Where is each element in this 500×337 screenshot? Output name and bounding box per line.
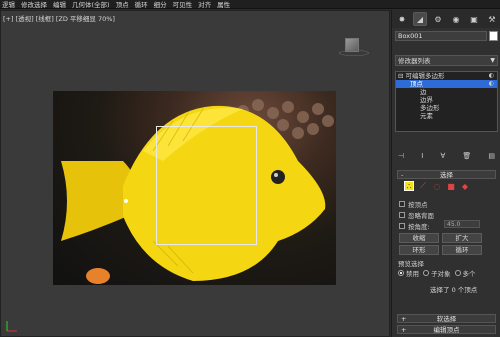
axis-gizmo-icon [6, 321, 17, 332]
by-angle-checkbox[interactable]: 按角度: [399, 221, 430, 231]
soft-selection-rollout-header[interactable]: + 软选择 [397, 314, 496, 323]
by-vertex-checkbox[interactable]: 按顶点 [399, 199, 428, 209]
checkbox-label: 按角度: [408, 223, 430, 231]
ring-button[interactable]: 环形 [399, 245, 439, 255]
menu-item[interactable]: 对齐 [198, 0, 211, 9]
rollout-title: 选择 [440, 171, 453, 179]
subobject-level-icons: ∴ ⟋ ◌ ■ ◆ [404, 180, 484, 192]
modifier-stack: ⊟ 可编辑多边形 ◐ 顶点 ◐ 边 边界 多边形 元素 [395, 71, 498, 132]
expand-icon: ⊟ [398, 72, 406, 80]
modify-icon[interactable]: ◢ [413, 12, 427, 26]
menu-item[interactable]: 循环 [135, 0, 148, 9]
stack-item-label: 元素 [420, 112, 433, 120]
pin-stack-icon[interactable]: ⊣ [398, 152, 404, 160]
viewcube-icon[interactable] [345, 38, 359, 52]
menu-item[interactable]: 编辑 [53, 0, 66, 9]
command-panel-tabs: ✸ ◢ ⚙ ◉ ▣ ⚒ [392, 10, 500, 28]
viewport-label[interactable]: [+] [透视] [线框] [ZD 平移细显 70%] [3, 13, 115, 23]
modifier-list-label: 修改器列表 [398, 57, 431, 65]
border-icon[interactable]: ◌ [432, 181, 442, 191]
object-color-swatch[interactable] [489, 31, 498, 41]
polygon-icon[interactable]: ■ [446, 181, 456, 191]
radio-label: 多个 [462, 270, 476, 278]
menu-bar: 逻辑 修改选择 编辑 几何体(全部) 顶点 循环 细分 可见性 对齐 属性 [0, 0, 500, 9]
hierarchy-icon[interactable]: ⚙ [431, 12, 445, 26]
radio-label: 子对象 [431, 270, 451, 278]
angle-spinner[interactable]: 45.0 [444, 220, 480, 228]
ignore-backfacing-checkbox[interactable]: 忽略背面 [399, 210, 434, 220]
perspective-viewport[interactable]: [+] [透视] [线框] [ZD 平移细显 70%] [0, 10, 390, 337]
preview-selection-radios: 禁用 子对象 多个 [398, 268, 476, 278]
checkbox-label: 忽略背面 [408, 212, 434, 220]
selection-status-text: 选择了 0 个顶点 [430, 286, 478, 294]
menu-item[interactable]: 几何体(全部) [72, 0, 110, 9]
menu-item[interactable]: 细分 [154, 0, 167, 9]
menu-item[interactable]: 修改选择 [21, 0, 47, 9]
radio-subobject[interactable]: 子对象 [423, 268, 451, 278]
stack-item-border[interactable]: 边界 [396, 96, 497, 104]
make-unique-icon[interactable]: ∀ [440, 152, 445, 160]
stack-item-label: 多边形 [420, 104, 440, 112]
stack-tools: ⊣ Ⅰ ∀ 🗑 ▤ [395, 150, 498, 162]
edit-vertices-rollout-header[interactable]: + 编辑顶点 [397, 325, 496, 334]
checkbox-label: 按顶点 [408, 201, 428, 209]
menu-item[interactable]: 逻辑 [2, 0, 15, 9]
selection-rollout-header[interactable]: - 选择 [397, 170, 496, 179]
stack-item-polygon[interactable]: 多边形 [396, 104, 497, 112]
radio-label: 禁用 [406, 270, 419, 278]
stack-item-label: 边界 [420, 96, 433, 104]
radio-multiple[interactable]: 多个 [454, 268, 476, 278]
rollout-title: 编辑顶点 [433, 326, 460, 334]
menu-item[interactable]: 可见性 [173, 0, 193, 9]
remove-modifier-icon[interactable]: 🗑 [462, 152, 471, 160]
element-icon[interactable]: ◆ [460, 181, 470, 191]
edge-icon[interactable]: ⟋ [418, 181, 428, 191]
box-wireframe[interactable] [156, 126, 257, 245]
modifier-list-dropdown[interactable]: 修改器列表 ▼ [395, 55, 498, 66]
chevron-down-icon: ▼ [490, 57, 495, 64]
plus-icon: + [401, 326, 407, 334]
create-icon[interactable]: ✸ [395, 12, 409, 26]
stack-item-vertex[interactable]: 顶点 ◐ [396, 80, 497, 88]
radio-disabled[interactable]: 禁用 [398, 268, 419, 278]
eye-icon[interactable]: ◐ [489, 72, 494, 80]
plus-icon: + [401, 315, 407, 323]
preview-selection-label: 预览选择 [398, 260, 424, 268]
motion-icon[interactable]: ◉ [449, 12, 463, 26]
checkbox-box[interactable] [399, 201, 405, 207]
stack-item-edge[interactable]: 边 [396, 88, 497, 96]
menu-item[interactable]: 顶点 [116, 0, 129, 9]
utilities-icon[interactable]: ⚒ [485, 12, 499, 26]
stack-item-element[interactable]: 元素 [396, 112, 497, 120]
checkbox-box[interactable] [399, 212, 405, 218]
stack-item-label: 边 [420, 88, 427, 96]
radio-dot[interactable] [423, 270, 429, 276]
radio-dot[interactable] [398, 270, 404, 276]
vertex-icon[interactable]: ∴ [404, 181, 414, 191]
stack-item-label: 顶点 [410, 80, 423, 88]
object-name-field[interactable]: Box001 [395, 31, 487, 41]
shrink-button[interactable]: 收缩 [399, 233, 439, 243]
loop-button[interactable]: 循环 [442, 245, 482, 255]
grow-button[interactable]: 扩大 [442, 233, 482, 243]
menu-item[interactable]: 属性 [217, 0, 230, 9]
rollout-title: 软选择 [436, 315, 457, 323]
eye-icon[interactable]: ◐ [489, 80, 494, 88]
stack-item-label: 可编辑多边形 [405, 72, 445, 80]
radio-dot[interactable] [454, 270, 461, 276]
show-end-result-icon[interactable]: Ⅰ [421, 152, 423, 160]
display-icon[interactable]: ▣ [467, 12, 481, 26]
minus-icon: - [401, 171, 404, 179]
stack-item-editable-poly[interactable]: ⊟ 可编辑多边形 ◐ [396, 72, 497, 80]
checkbox-box[interactable] [399, 223, 405, 229]
configure-sets-icon[interactable]: ▤ [488, 152, 495, 160]
